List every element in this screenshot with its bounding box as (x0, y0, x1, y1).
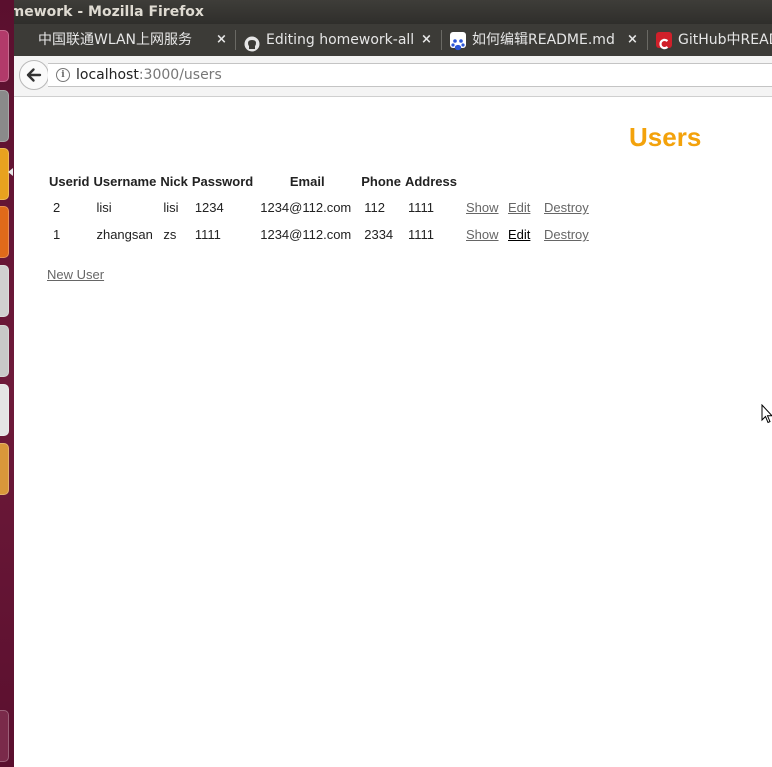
launcher-app-icon[interactable] (0, 265, 9, 317)
cell-address: 1111 (407, 200, 434, 215)
cell-userid: 1 (53, 227, 61, 242)
close-tab-icon[interactable]: × (421, 24, 432, 56)
tab-wlan[interactable]: 中国联通WLAN上网服务 × (38, 24, 233, 56)
table-row: 1 zhangsan zs 1111 1234@112.com 2334 111… (48, 222, 592, 247)
launcher-app-icon[interactable] (0, 443, 9, 495)
tab-label: Editing homework-all (266, 32, 415, 48)
cell-username: lisi (96, 200, 112, 215)
destroy-link[interactable]: Destroy (544, 227, 589, 242)
column-header-username: Username (93, 173, 157, 189)
users-table: Userid Username Nick Password Email Phon… (46, 167, 594, 249)
url-text: localhost:3000/users (76, 64, 222, 86)
launcher-trash-icon[interactable] (0, 710, 9, 762)
launcher-app-icon[interactable] (0, 384, 9, 436)
cell-email: 1234@112.com (260, 227, 352, 242)
page-title: Users (629, 122, 702, 152)
show-link[interactable]: Show (466, 200, 499, 215)
column-header-address: Address (404, 173, 457, 189)
cell-phone: 2334 (364, 227, 394, 242)
launcher-app-icon[interactable] (0, 90, 9, 142)
window-title: omework - Mozilla Firefox (14, 4, 204, 20)
cell-nick: lisi (163, 200, 179, 215)
tab-separator (647, 30, 648, 50)
close-tab-icon[interactable]: × (216, 24, 227, 56)
launcher-app-icon[interactable] (0, 325, 9, 377)
back-button[interactable] (19, 60, 49, 90)
cell-phone: 112 (364, 200, 385, 215)
info-icon[interactable]: i (56, 68, 70, 82)
edit-link[interactable]: Edit (508, 200, 530, 215)
cell-address: 1111 (407, 227, 434, 242)
close-tab-icon[interactable]: × (627, 24, 638, 56)
show-link[interactable]: Show (466, 227, 499, 242)
ubuntu-launcher (0, 0, 15, 767)
cell-password: 1234 (194, 200, 224, 215)
tab-separator (235, 30, 236, 50)
launcher-app-icon[interactable] (0, 206, 9, 258)
navigation-toolbar: i localhost:3000/users (14, 56, 772, 97)
tab-label: GitHub中README (678, 32, 772, 48)
table-row: 2 lisi lisi 1234 1234@112.com 112 1111 S… (48, 195, 592, 220)
back-arrow-icon (26, 68, 42, 82)
baidu-paw-icon (450, 32, 466, 51)
launcher-app-icon[interactable] (0, 30, 9, 82)
cell-nick: zs (163, 227, 177, 242)
cell-userid: 2 (53, 200, 61, 215)
tab-github-readme[interactable]: GitHub中README (656, 24, 772, 56)
column-header-userid: Userid (49, 173, 90, 189)
tab-editing-homework[interactable]: Editing homework-all × (244, 24, 439, 56)
column-header-phone: Phone (361, 173, 401, 189)
url-path: :3000/users (138, 67, 222, 83)
tab-label: 如何编辑README.md (472, 32, 615, 48)
tab-readme-edit[interactable]: 如何编辑README.md × (450, 24, 645, 56)
url-bar[interactable]: i localhost:3000/users (48, 63, 772, 87)
url-host: localhost (76, 67, 139, 83)
column-header-destroy (540, 169, 592, 193)
edit-link[interactable]: Edit (508, 227, 530, 242)
tab-separator (441, 30, 442, 50)
column-header-password: Password (191, 173, 254, 189)
cell-password: 1111 (194, 227, 221, 242)
column-header-edit (504, 169, 538, 193)
tab-label: 中国联通WLAN上网服务 (38, 32, 193, 48)
tab-strip: 中国联通WLAN上网服务 × Editing homework-all × 如何… (14, 24, 772, 56)
column-header-email: Email (289, 173, 325, 189)
new-user-link[interactable]: New User (47, 267, 104, 282)
mouse-cursor-icon (761, 404, 772, 424)
column-header-show (460, 169, 502, 193)
cell-email: 1234@112.com (260, 200, 352, 215)
csdn-icon (656, 32, 672, 50)
destroy-link[interactable]: Destroy (544, 200, 589, 215)
github-icon (244, 32, 260, 52)
page-content: Users Userid Username Nick Password Emai… (14, 97, 772, 767)
table-header-row: Userid Username Nick Password Email Phon… (48, 169, 592, 193)
cell-username: zhangsan (96, 227, 153, 242)
column-header-nick: Nick (160, 173, 188, 189)
window-titlebar: omework - Mozilla Firefox (14, 0, 772, 24)
active-indicator-icon (8, 168, 13, 176)
